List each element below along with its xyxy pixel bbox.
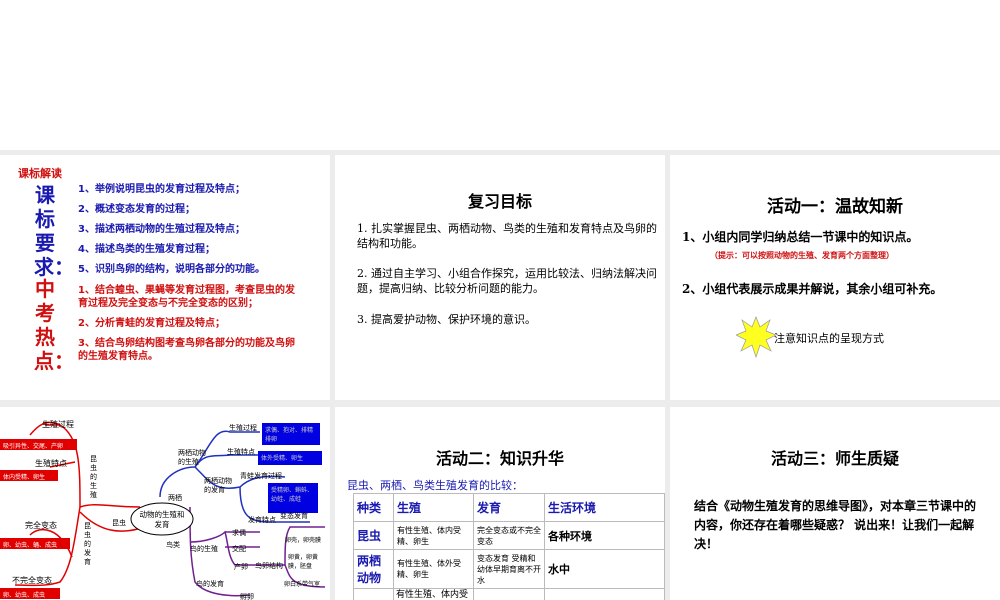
frog-development-label: 青蛙发育过程 <box>240 472 282 480</box>
slide-thumbnail-2[interactable]: 复习目标 1. 扎实掌握昆虫、两栖动物、鸟类的生殖和发育特点及鸟卵的结构和功能。… <box>335 155 665 400</box>
hint-text: （提示：可以按照动物的生殖、发育两个方面整理） <box>710 250 894 260</box>
table-cell <box>473 588 545 600</box>
insect-reproduction-label: 昆虫的生殖 <box>90 455 97 499</box>
comparison-subtitle: 昆虫、两栖、鸟类生殖发育的比较： <box>347 479 523 492</box>
bird-reproduction-label: 鸟的生殖 <box>190 545 218 553</box>
table-row: 两栖动物 有性生殖、体外受精、卵生 变态发育 受精和幼体早期育离不开水 水中 <box>353 549 665 589</box>
activity-item: 2、小组代表展示成果并解说，其余小组可补充。 <box>682 282 943 296</box>
egg-structure-label: 鸟卵结构 <box>255 562 283 570</box>
hotspot-item: 1、结合蝗虫、果蝇等发育过程图，考查昆虫的发育过程及完全变态与不完全变态的区别； <box>78 285 295 309</box>
complete-metamorphosis-label: 完全变态 <box>25 521 57 530</box>
incomplete-metamorphosis-box: 卵、幼虫、成虫 <box>0 588 60 599</box>
egg-albumen-label: 卵白系带气室 <box>284 581 321 588</box>
frog-development-box: 受精卵、蝌蚪、幼蛙、成蛙 <box>268 483 318 513</box>
table-cell: 水中 <box>544 549 665 589</box>
mating-label: 交配 <box>232 545 246 553</box>
table-cell: 有性生殖、体内受 <box>393 588 474 600</box>
table-cell: 变态发育 受精和幼体早期育离不开水 <box>473 549 545 589</box>
header-cell: 生活环境 <box>544 493 665 522</box>
starburst-icon <box>736 316 776 359</box>
egg-shell-label: 卵壳，卵壳膜 <box>285 537 322 544</box>
table-row: 有性生殖、体内受 <box>353 588 665 600</box>
hatching-label: 孵卵 <box>240 593 254 600</box>
requirement-item: 5、识别鸟卵的结构，说明各部分的功能。 <box>78 264 265 275</box>
table-cell: 有性生殖、体内受精、卵生 <box>393 521 474 550</box>
slide-heading: 课标解读 <box>18 167 62 180</box>
egg-yolk-label: 卵黄，卵黄膜，胚盘 <box>288 554 319 570</box>
mind-map-center: 动物的生殖和发育 <box>139 510 185 529</box>
hotspots-label: 中考热点： <box>34 277 74 373</box>
goal-item: 1. 扎实掌握昆虫、两栖动物、鸟类的生殖和发育特点及鸟卵的结构和功能。 <box>357 222 657 250</box>
requirement-item: 3、描述两栖动物的生殖过程及特点； <box>78 224 245 235</box>
header-cell: 生殖 <box>393 493 474 522</box>
amphibian-process-box: 求偶、抱对、排精排卵 <box>262 423 320 445</box>
amphibian-feature-label: 生殖特点 <box>227 448 255 456</box>
slide-body-text: 结合《动物生殖发育的思维导图》，对本章三节课中的内容，你还存在着哪些疑惑？ 说出… <box>694 499 977 551</box>
slide-title: 复习目标 <box>467 192 532 211</box>
header-cell: 发育 <box>473 493 545 522</box>
complete-metamorphosis-box: 卵、幼虫、蛹、成虫 <box>0 538 70 549</box>
branch-amphibian: 两栖 <box>168 494 182 502</box>
amphibian-reproduction-label: 两栖动物的生殖 <box>178 449 206 466</box>
table-cell: 完全变态或不完全变态 <box>473 521 545 550</box>
egg-laying-label: 产卵 <box>234 563 248 571</box>
note-text: 注意知识点的呈现方式 <box>774 332 884 345</box>
requirement-item: 1、举例说明昆虫的发育过程及特点； <box>78 184 245 195</box>
hotspot-item: 3、结合鸟卵结构图考查鸟卵各部分的功能及鸟卵的生殖发育特点。 <box>78 338 295 362</box>
slide-thumbnail-6[interactable]: 活动三：师生质疑 结合《动物生殖发育的思维导图》，对本章三节课中的内容，你还存在… <box>670 407 1000 600</box>
branch-insect: 昆虫 <box>112 519 126 527</box>
development-feature-value: 变态发育 <box>280 512 308 520</box>
amphibian-development-label: 两栖动物的发育 <box>204 477 232 494</box>
slide-title: 活动一：温故知新 <box>767 197 903 217</box>
table-cell <box>544 588 665 600</box>
header-cell: 种类 <box>353 493 394 522</box>
hotspot-item: 2、分析青蛙的发育过程及特点； <box>78 318 225 329</box>
reproduction-feature-box: 体内受精、卵生 <box>0 470 58 481</box>
bird-development-label: 鸟的发育 <box>196 580 224 588</box>
incomplete-metamorphosis-label: 不完全变态 <box>12 576 52 585</box>
amphibian-feature-box: 体外受精、卵生 <box>258 451 322 465</box>
requirement-item: 2、概述变态发育的过程； <box>78 204 195 215</box>
reproduction-process-label: 生殖过程 <box>42 420 74 429</box>
slide-title: 活动三：师生质疑 <box>770 449 899 468</box>
table-cell: 有性生殖、体外受精、卵生 <box>393 549 474 589</box>
reproduction-process-box: 吸引异性、交尾、产卵 <box>0 439 77 450</box>
slide-thumbnail-5[interactable]: 活动二：知识升华 昆虫、两栖、鸟类生殖发育的比较： 种类 生殖 发育 生活环境 … <box>335 407 665 600</box>
courtship-label: 求偶 <box>232 529 246 537</box>
goal-item: 3. 提高爱护动物、保护环境的意识。 <box>357 313 536 326</box>
branch-bird: 鸟类 <box>166 541 180 549</box>
insect-development-label: 昆虫的发育 <box>84 522 91 566</box>
table-cell: 两栖动物 <box>353 549 394 589</box>
requirements-label: 课标要求： <box>34 183 74 279</box>
slide-thumbnail-3[interactable]: 活动一：温故知新 1、小组内同学归纳总结一节课中的知识点。 （提示：可以按照动物… <box>670 155 1000 400</box>
slide-title: 活动二：知识升华 <box>435 449 564 468</box>
reproduction-feature-label: 生殖特点 <box>35 459 67 468</box>
slide-thumbnail-1[interactable]: 课标解读 课标要求： 中考热点： 1、举例说明昆虫的发育过程及特点； 2、概述变… <box>0 155 330 400</box>
slide-thumbnail-4[interactable]: 动物的生殖和发育 昆虫 两栖 鸟类 昆虫的生殖 昆虫的发育 生殖过程 吸引异性、… <box>0 407 330 600</box>
table-cell <box>353 588 394 600</box>
development-feature-label: 发育特点 <box>248 516 276 524</box>
table-cell: 昆虫 <box>353 521 394 550</box>
top-blank-area <box>0 0 1000 150</box>
goal-item: 2. 通过自主学习、小组合作探究，运用比较法、归纳法解决问题，提高归纳、比较分析… <box>357 267 657 295</box>
table-row: 昆虫 有性生殖、体内受精、卵生 完全变态或不完全变态 各种环境 <box>353 521 665 550</box>
activity-item: 1、小组内同学归纳总结一节课中的知识点。 <box>682 230 919 244</box>
requirement-item: 4、描述鸟类的生殖发育过程； <box>78 244 215 255</box>
table-header-row: 种类 生殖 发育 生活环境 <box>353 493 665 522</box>
amphibian-process-label: 生殖过程 <box>229 424 257 432</box>
table-cell: 各种环境 <box>544 521 665 550</box>
comparison-table: 种类 生殖 发育 生活环境 昆虫 有性生殖、体内受精、卵生 完全变态或不完全变态… <box>353 493 665 600</box>
